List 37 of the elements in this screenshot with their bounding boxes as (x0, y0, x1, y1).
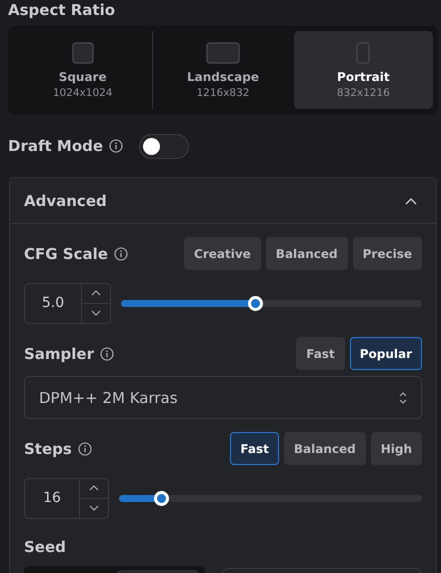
info-icon (114, 246, 128, 260)
preset-button[interactable]: Fast (230, 432, 279, 465)
preset-button[interactable]: Balanced (284, 432, 366, 465)
number-input[interactable]: 16 (24, 478, 109, 518)
landscape-icon (206, 42, 240, 64)
draft-mode-label: Draft Mode (8, 137, 104, 155)
preset-button[interactable]: Precise (352, 237, 422, 270)
info-icon (109, 139, 124, 153)
field-label: Sampler (24, 344, 94, 362)
field-label: Seed (24, 538, 66, 556)
info-icon (78, 442, 92, 456)
square-icon (72, 42, 94, 64)
preset-button[interactable]: Popular (350, 337, 422, 370)
sampler-select[interactable]: DPM++ 2M Karras (24, 376, 422, 419)
info-icon (100, 346, 114, 360)
preset-button[interactable]: Creative (184, 237, 261, 270)
chevron-up-icon[interactable] (405, 196, 417, 204)
field-label: CFG Scale (24, 244, 108, 262)
aspect-option[interactable]: Landscape 1216x832 (153, 31, 293, 109)
up-down-chevron-icon (399, 392, 407, 404)
aspect-option[interactable]: Square 1024x1024 (13, 31, 152, 109)
slider-thumb[interactable] (248, 296, 263, 310)
slider-thumb[interactable] (154, 490, 168, 506)
preset-button[interactable]: Fast (296, 337, 345, 370)
number-input[interactable]: 5.0 (24, 282, 111, 324)
chevron-up-icon (89, 485, 99, 491)
chevron-up-icon (91, 290, 101, 296)
chevron-down-icon (91, 310, 101, 316)
section-title: Aspect Ratio (8, 1, 116, 21)
field-label: Steps (24, 440, 72, 458)
toggle-switch[interactable] (139, 134, 190, 158)
preset-button[interactable]: High (370, 432, 422, 465)
preset-button[interactable]: Balanced (266, 237, 348, 270)
portrait-icon (356, 42, 370, 64)
panel-title: Advanced (24, 192, 107, 210)
chevron-down-icon (89, 505, 99, 511)
aspect-option[interactable]: Portrait 832x1216 (294, 31, 433, 109)
